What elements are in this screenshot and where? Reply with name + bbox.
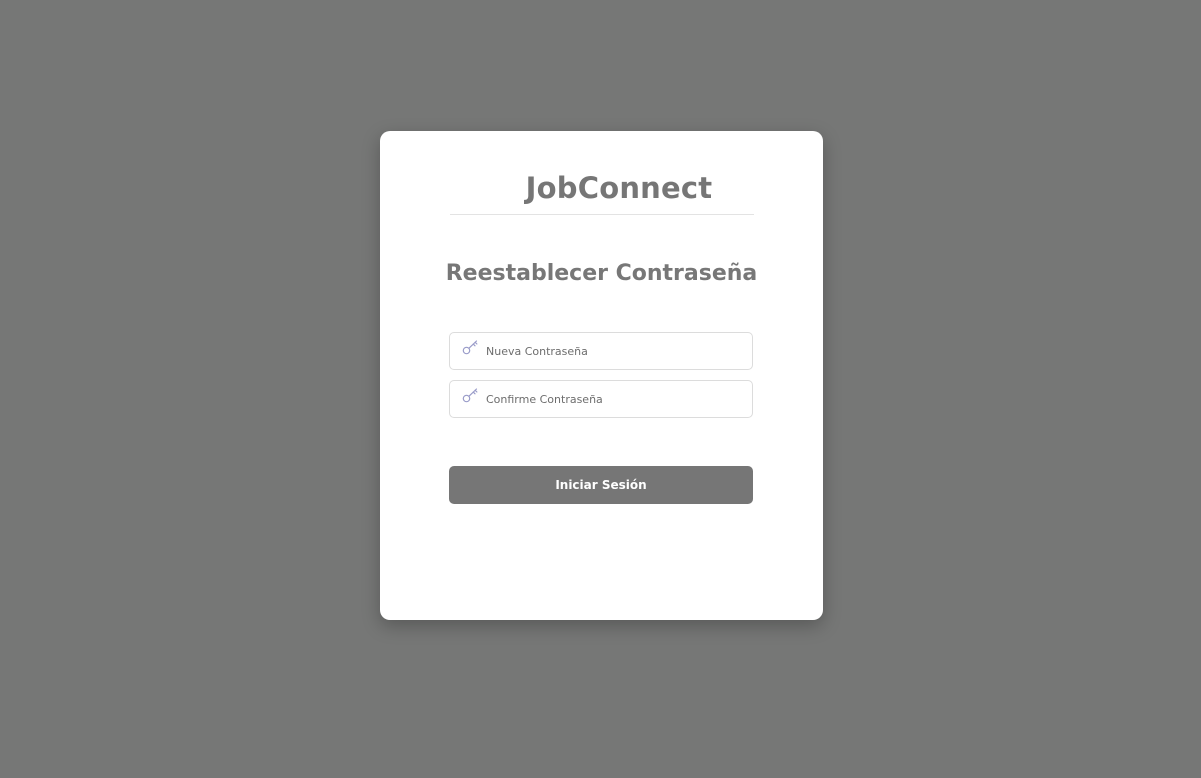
confirm-password-field[interactable] — [449, 380, 753, 418]
new-password-field[interactable] — [449, 332, 753, 370]
brand-title: JobConnect — [525, 171, 713, 205]
confirm-password-input[interactable] — [486, 381, 746, 417]
key-icon — [461, 339, 481, 357]
reset-password-card: JobConnect Reestablecer Contraseña Inici… — [380, 131, 823, 620]
page-title: Reestablecer Contraseña — [445, 261, 758, 286]
key-icon — [461, 387, 481, 405]
brand-divider — [450, 214, 754, 215]
new-password-input[interactable] — [486, 333, 746, 369]
login-button[interactable]: Iniciar Sesión — [449, 466, 753, 504]
